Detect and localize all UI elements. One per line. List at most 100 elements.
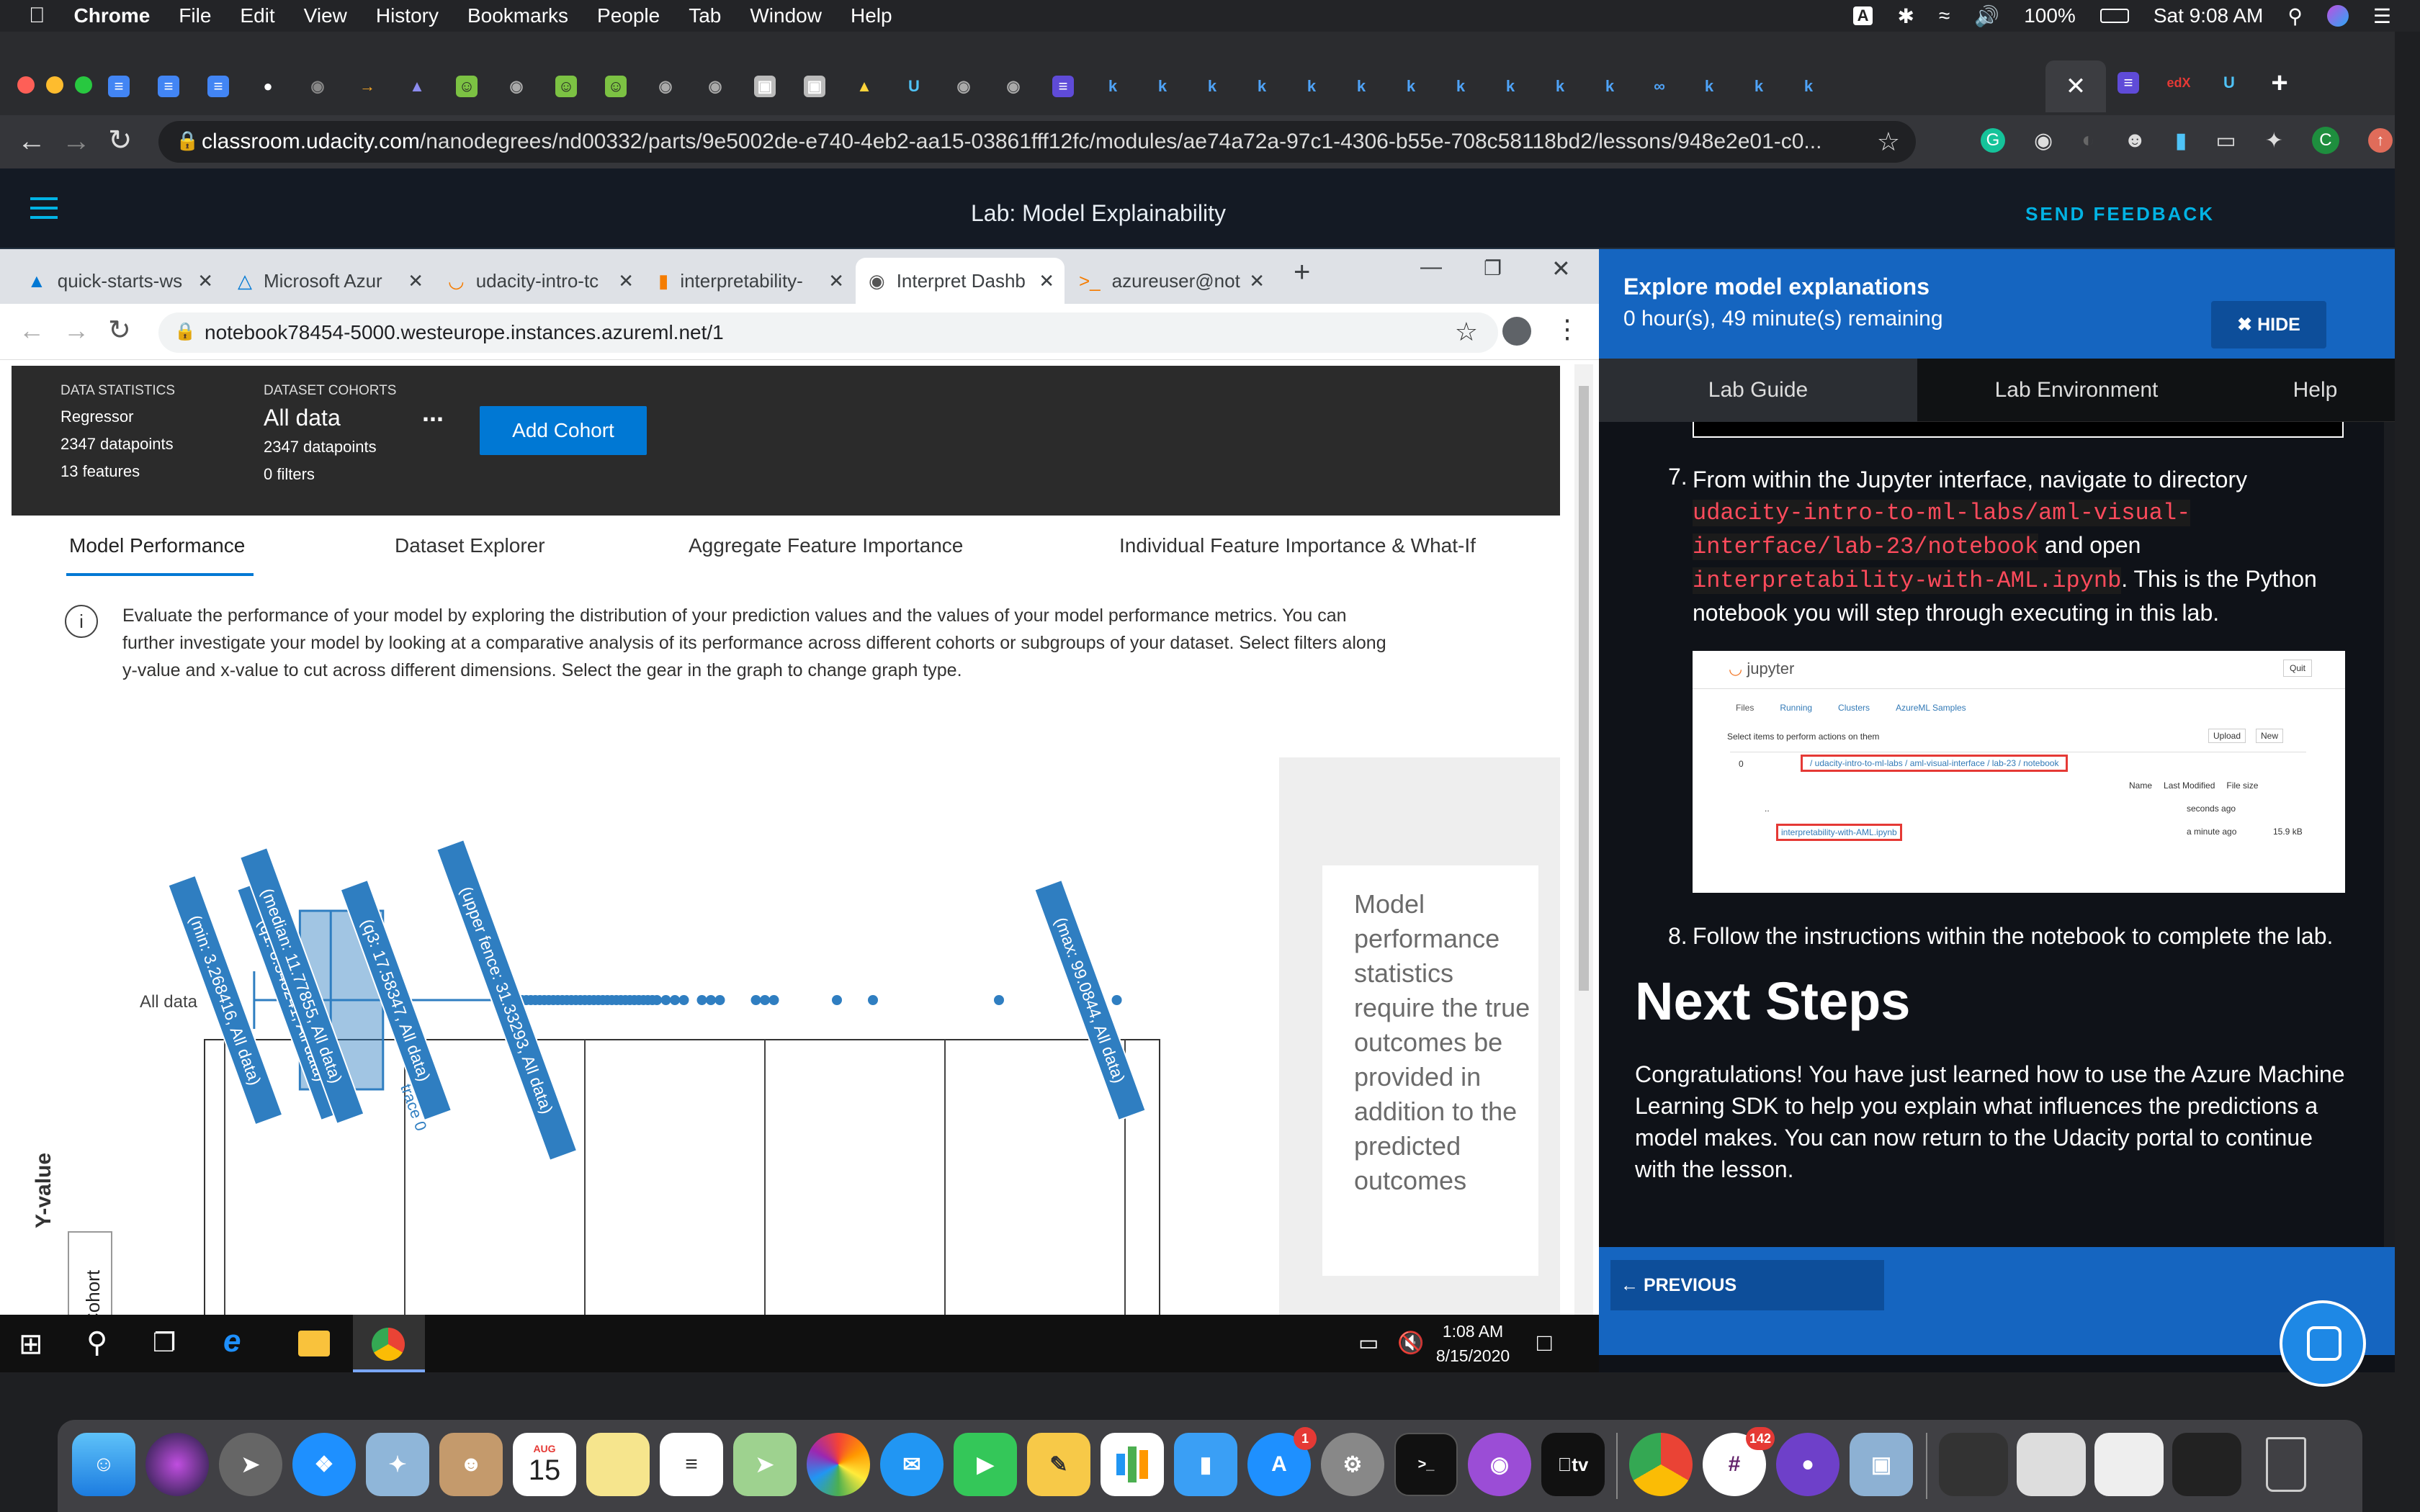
win-restore-icon[interactable]: ❐: [1484, 256, 1502, 280]
extension-icon[interactable]: ◉: [2034, 128, 2053, 153]
window-zoom-icon[interactable]: [75, 76, 92, 94]
tab-smiley-icon[interactable]: ☺: [456, 76, 478, 97]
eagle-app-icon[interactable]: ✦: [366, 1433, 429, 1496]
menu-people[interactable]: People: [597, 4, 660, 27]
cast-icon[interactable]: ▭: [2215, 128, 2236, 153]
tab-google-docs-icon[interactable]: ≡: [207, 76, 229, 97]
extension-icon[interactable]: ◐: [2081, 128, 2094, 153]
reminders-icon[interactable]: ≡: [660, 1433, 723, 1496]
new-tab-button[interactable]: +: [2269, 67, 2290, 99]
tab-list-icon[interactable]: ≡: [1052, 76, 1074, 97]
forward-arrow-icon[interactable]: →: [62, 125, 91, 158]
notification-center-icon[interactable]: ☰: [2373, 4, 2391, 28]
remote-tab[interactable]: >_ azureuser@not ✕: [1066, 258, 1275, 304]
extension-icon[interactable]: ☻: [2123, 128, 2146, 153]
tab-globe-icon[interactable]: ◉: [1003, 76, 1024, 97]
remote-scrollbar-thumb[interactable]: [1579, 386, 1589, 991]
tab-help[interactable]: Help: [2236, 359, 2395, 422]
keynote-icon[interactable]: ▮: [1174, 1433, 1237, 1496]
close-tab-icon[interactable]: ✕: [618, 270, 634, 292]
tab-lab-environment[interactable]: Lab Environment: [1917, 359, 2236, 422]
add-cohort-button[interactable]: Add Cohort: [480, 406, 647, 455]
menu-app-name[interactable]: Chrome: [74, 4, 151, 27]
tab-icon[interactable]: →: [357, 76, 378, 97]
tab-k-icon[interactable]: k: [1400, 76, 1422, 97]
tab-list-icon[interactable]: ≡: [2118, 72, 2139, 94]
notes-icon[interactable]: [586, 1433, 650, 1496]
cohort-more-button[interactable]: ...: [422, 397, 444, 428]
siri-icon[interactable]: [2326, 5, 2349, 27]
tab-k-icon[interactable]: k: [1201, 76, 1223, 97]
window-close-icon[interactable]: [17, 76, 35, 94]
battery-percent[interactable]: 100%: [2024, 4, 2076, 27]
remote-desktop[interactable]: ▲ quick-starts-ws ✕ △ Microsoft Azur ✕ ◡…: [0, 249, 1599, 1372]
chrome-dock-icon[interactable]: [1629, 1433, 1693, 1496]
reload-icon[interactable]: ↻: [108, 124, 133, 157]
tab-k-icon[interactable]: k: [1152, 76, 1173, 97]
minimized-window-thumbnail[interactable]: [2017, 1433, 2086, 1496]
tab-individual-feature-importance[interactable]: Individual Feature Importance & What-If: [1119, 534, 1476, 557]
profile-avatar[interactable]: C: [2311, 127, 2339, 154]
pages-icon[interactable]: ✎: [1027, 1433, 1090, 1496]
bluetooth-icon[interactable]: ✱: [1897, 4, 1914, 28]
tab-globe-icon[interactable]: ◉: [953, 76, 974, 97]
tab-udacity-icon[interactable]: U: [2218, 72, 2240, 94]
edge-icon[interactable]: e: [223, 1323, 241, 1359]
taskbar-time[interactable]: 1:08 AM: [1426, 1319, 1520, 1344]
tab-edx-icon[interactable]: edX: [2167, 72, 2191, 94]
send-feedback-link[interactable]: SEND FEEDBACK: [2025, 203, 2215, 225]
apple-menu-icon[interactable]: : [29, 4, 45, 28]
tab-globe-icon[interactable]: ◉: [655, 76, 676, 97]
chat-support-button[interactable]: [2280, 1300, 2366, 1387]
grammarly-extension-icon[interactable]: G: [1981, 128, 2005, 153]
menu-bookmarks[interactable]: Bookmarks: [467, 4, 568, 27]
github-desktop-icon[interactable]: ●: [1776, 1433, 1839, 1496]
preview-icon[interactable]: ▣: [1850, 1433, 1913, 1496]
wifi-icon[interactable]: ≈: [1939, 4, 1950, 27]
photos-icon[interactable]: [807, 1433, 870, 1496]
tab-k-icon[interactable]: k: [1698, 76, 1720, 97]
tab-globe-icon[interactable]: ◉: [704, 76, 726, 97]
hide-button[interactable]: ✖ HIDE: [2211, 301, 2326, 348]
menu-edit[interactable]: Edit: [240, 4, 274, 27]
tab-image-icon[interactable]: ▣: [804, 76, 825, 97]
launchpad-icon[interactable]: ➤: [219, 1433, 282, 1496]
remote-reload-icon[interactable]: ↻: [108, 314, 131, 346]
tab-google-docs-icon[interactable]: ≡: [108, 76, 130, 97]
battery-icon[interactable]: [2099, 9, 2129, 23]
remote-tab-active[interactable]: ◉ Interpret Dashb ✕: [856, 258, 1065, 304]
app-store-icon[interactable]: A 1: [1247, 1427, 1317, 1496]
input-source-icon[interactable]: A: [1852, 6, 1873, 25]
slack-icon[interactable]: # 142: [1703, 1427, 1775, 1496]
menu-tab[interactable]: Tab: [689, 4, 721, 27]
tab-aggregate-feature-importance[interactable]: Aggregate Feature Importance: [689, 534, 963, 557]
tab-google-docs-icon[interactable]: ≡: [158, 76, 179, 97]
tab-smiley-icon[interactable]: ☺: [605, 76, 627, 97]
remote-tab[interactable]: △ Microsoft Azur ✕: [225, 258, 434, 304]
tab-smiley-icon[interactable]: ☺: [555, 76, 577, 97]
network-icon[interactable]: ▭: [1358, 1331, 1379, 1356]
tab-infinity-icon[interactable]: ∞: [1649, 76, 1670, 97]
tab-k-icon[interactable]: k: [1301, 76, 1322, 97]
volume-icon[interactable]: 🔊: [1974, 4, 1999, 28]
tab-k-icon[interactable]: k: [1350, 76, 1372, 97]
tab-udacity-icon[interactable]: U: [903, 76, 925, 97]
task-view-icon[interactable]: ❐: [153, 1328, 176, 1358]
tab-model-performance[interactable]: Model Performance: [69, 534, 245, 557]
close-tab-icon[interactable]: ✕: [408, 270, 424, 292]
tab-globe-icon[interactable]: ◉: [506, 76, 527, 97]
remote-tab[interactable]: ◡ udacity-intro-tc ✕: [435, 258, 644, 304]
tab-k-icon[interactable]: k: [1500, 76, 1521, 97]
update-icon[interactable]: ↑: [2367, 128, 2393, 153]
remote-tab[interactable]: ▮ interpretability- ✕: [645, 258, 854, 304]
close-tab-icon[interactable]: ✕: [828, 270, 844, 292]
tab-globe-icon[interactable]: ◉: [307, 76, 328, 97]
lab-scrollbar[interactable]: [2384, 422, 2395, 1247]
calendar-icon[interactable]: AUG 15: [513, 1433, 576, 1496]
menubar-clock[interactable]: Sat 9:08 AM: [2154, 4, 2264, 27]
remote-back-icon[interactable]: ←: [19, 315, 45, 346]
box-plot-chart[interactable]: All data(min: 3.268416, All data)(q1: 8.…: [0, 746, 1268, 1372]
close-tab-icon[interactable]: ✕: [1249, 270, 1265, 292]
action-center-icon[interactable]: □: [1537, 1329, 1552, 1357]
tab-k-icon[interactable]: k: [1748, 76, 1770, 97]
